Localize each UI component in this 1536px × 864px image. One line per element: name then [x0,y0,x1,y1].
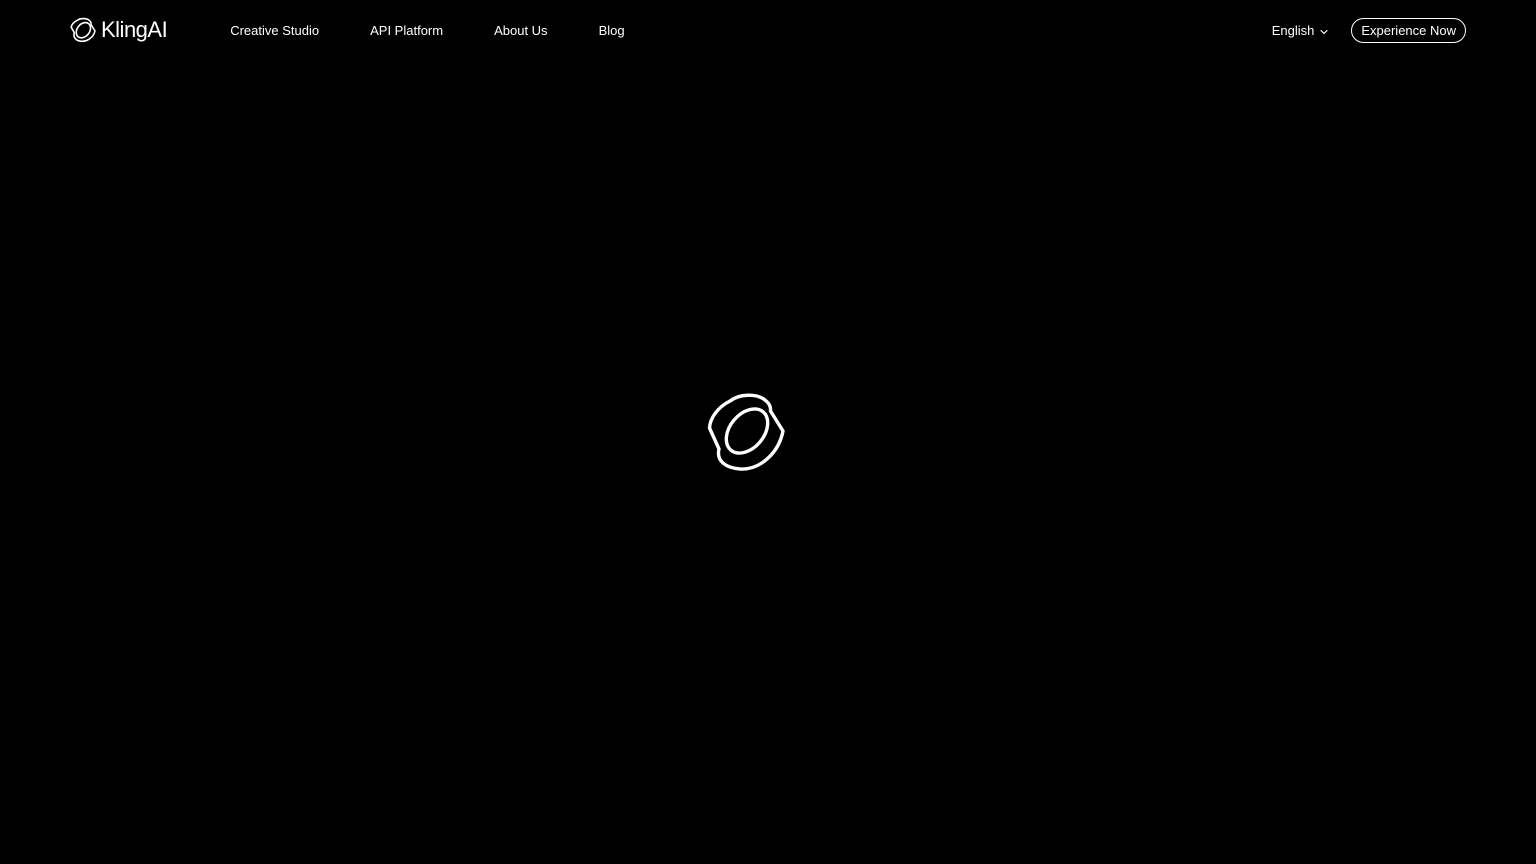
nav-api-platform[interactable]: API Platform [370,23,443,38]
nav-about-us[interactable]: About Us [494,23,547,38]
top-nav-bar: KlingAI Creative Studio API Platform Abo… [0,0,1536,60]
loading-logo-icon [706,392,786,472]
brand-logo-link[interactable]: KlingAI [70,15,168,45]
page: KlingAI Creative Studio API Platform Abo… [0,0,1536,864]
language-selector[interactable]: English [1272,23,1330,38]
experience-now-button[interactable]: Experience Now [1351,17,1466,43]
header-actions: English Experience Now [1272,17,1466,43]
brand-name: KlingAI [101,17,168,42]
chevron-down-icon [1319,25,1329,35]
kling-logo-icon [70,17,96,43]
nav-creative-studio[interactable]: Creative Studio [230,23,319,38]
language-label: English [1271,22,1315,38]
nav-blog[interactable]: Blog [599,23,625,38]
main-nav: Creative Studio API Platform About Us Bl… [230,23,624,38]
